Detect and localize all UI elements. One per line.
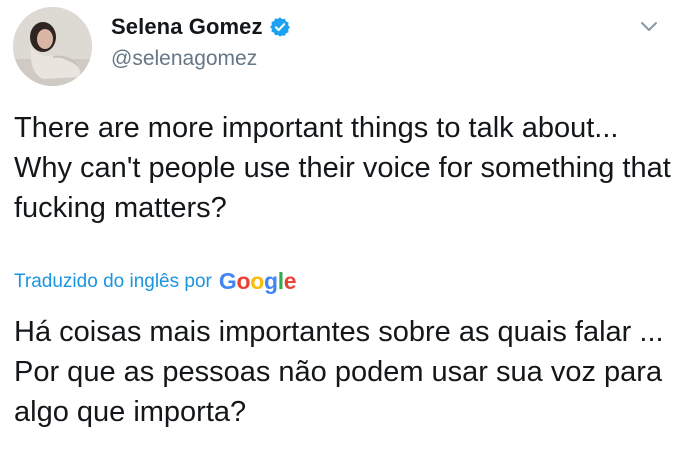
display-name[interactable]: Selena Gomez [111,14,263,40]
verified-badge-icon [269,16,291,38]
translated-text: Há coisas mais importantes sobre as quai… [14,316,664,428]
google-logo-letter: e [283,268,297,294]
avatar[interactable] [13,7,92,86]
tweet-card: Selena Gomez @selenagomez There are more… [0,0,680,456]
google-logo: G o o g l e [218,268,297,295]
google-logo-letter: g [263,268,278,294]
avatar-image [13,7,92,86]
author-block: Selena Gomez @selenagomez [111,13,291,71]
google-logo-letter: o [236,268,251,294]
tweet-text: There are more important things to talk … [14,112,671,224]
author-name-row: Selena Gomez [111,13,291,41]
translation-credit-label: Traduzido do inglês por [14,270,212,292]
google-logo-letter: G [218,268,237,294]
google-logo-letter: o [250,268,264,294]
translation-credit[interactable]: Traduzido do inglês por G o o g l e [14,268,297,295]
chevron-down-icon[interactable] [640,20,658,32]
handle[interactable]: @selenagomez [111,47,291,71]
